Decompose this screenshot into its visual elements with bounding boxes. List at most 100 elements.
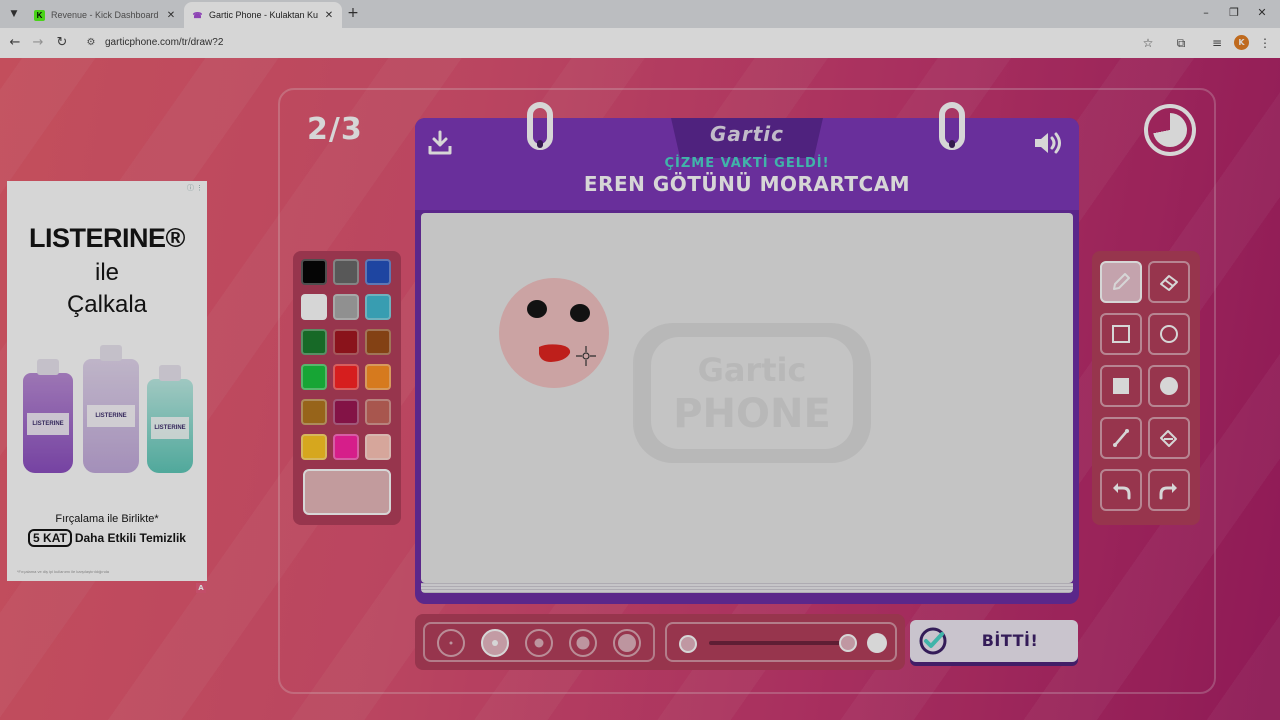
undo-icon bbox=[1113, 483, 1131, 500]
check-icon bbox=[918, 626, 948, 656]
kick-favicon-icon: K bbox=[34, 9, 45, 21]
color-swatch[interactable] bbox=[333, 364, 359, 390]
svg-text:PHONE: PHONE bbox=[673, 391, 831, 437]
bottle-image: LISTERINE bbox=[147, 365, 193, 473]
color-swatch[interactable] bbox=[301, 259, 327, 285]
arrow-left-icon[interactable]: ← bbox=[5, 33, 25, 53]
rectangle-filled-tool[interactable] bbox=[1100, 365, 1142, 407]
drawing-canvas[interactable]: Gartic PHONE bbox=[421, 213, 1073, 583]
ellipse-filled-tool[interactable] bbox=[1148, 365, 1190, 407]
rectangle-outline-tool[interactable] bbox=[1100, 313, 1142, 355]
watermark-logo: Gartic PHONE bbox=[633, 323, 871, 463]
color-swatch[interactable] bbox=[333, 259, 359, 285]
ad-kat-badge: 5 KAT bbox=[28, 529, 72, 547]
reload-icon[interactable]: ↻ bbox=[52, 33, 72, 53]
prompt-word: EREN GÖTÜNÜ MORARTCAM bbox=[583, 172, 911, 196]
chevron-down-icon[interactable]: ▼ bbox=[6, 6, 22, 22]
bottle-image: LISTERINE bbox=[23, 359, 73, 473]
brush-size-2[interactable] bbox=[481, 629, 509, 657]
color-swatch[interactable] bbox=[365, 434, 391, 460]
opacity-track[interactable] bbox=[709, 641, 849, 645]
current-color-swatch[interactable] bbox=[303, 469, 391, 515]
notebook-pages bbox=[421, 583, 1073, 593]
face-drawing bbox=[499, 278, 609, 388]
tab-title: Gartic Phone - Kulaktan Kulağa bbox=[209, 10, 318, 20]
binder-ring-icon bbox=[939, 102, 965, 150]
plus-icon[interactable]: + bbox=[346, 5, 360, 21]
advertisement[interactable]: ⓘ ⋮ LISTERINE® ile Çalkala LISTERINE LIS… bbox=[7, 181, 207, 581]
game-page: 2/3 ⓘ ⋮ LISTERINE® ile Çalkala LISTERINE… bbox=[0, 58, 1280, 720]
puzzle-icon[interactable]: ⧉ bbox=[1172, 34, 1190, 52]
ad-brand: LISTERINE® bbox=[29, 223, 185, 253]
kebab-icon[interactable]: ⋮ bbox=[1256, 34, 1274, 52]
timer-icon bbox=[1144, 104, 1196, 156]
close-icon[interactable]: ✕ bbox=[166, 10, 176, 21]
media-icon[interactable]: ≡ bbox=[1208, 34, 1226, 52]
minimize-icon[interactable]: – bbox=[1196, 4, 1216, 22]
redo-tool[interactable] bbox=[1148, 469, 1190, 511]
color-swatch[interactable] bbox=[333, 294, 359, 320]
pencil-icon bbox=[1113, 273, 1130, 290]
ad-tagline-text: Daha Etkili Temizlik bbox=[74, 531, 186, 545]
color-swatch[interactable] bbox=[333, 434, 359, 460]
color-swatch[interactable] bbox=[301, 399, 327, 425]
timer-progress bbox=[1153, 113, 1187, 147]
bottle-image: LISTERINE bbox=[83, 345, 139, 473]
opacity-handle[interactable] bbox=[839, 634, 857, 652]
avatar[interactable]: K bbox=[1234, 35, 1249, 50]
arrow-right-icon[interactable]: → bbox=[28, 33, 48, 53]
svg-text:Gartic: Gartic bbox=[698, 351, 807, 389]
ellipse-outline-tool[interactable] bbox=[1148, 313, 1190, 355]
brush-size-3[interactable] bbox=[525, 629, 553, 657]
star-icon[interactable]: ☆ bbox=[1139, 34, 1157, 52]
fill-tool[interactable] bbox=[1148, 417, 1190, 459]
color-swatch[interactable] bbox=[365, 329, 391, 355]
ad-line: Çalkala bbox=[66, 291, 148, 318]
color-swatch[interactable] bbox=[301, 329, 327, 355]
color-swatch[interactable] bbox=[365, 399, 391, 425]
opacity-slider[interactable] bbox=[665, 622, 897, 662]
close-icon[interactable]: ✕ bbox=[324, 10, 334, 21]
restore-icon[interactable]: ❐ bbox=[1224, 4, 1244, 22]
brush-size-1[interactable] bbox=[437, 629, 465, 657]
round-counter: 2/3 bbox=[307, 112, 363, 147]
tab-gartic-phone[interactable]: ☎ Gartic Phone - Kulaktan Kulağa ✕ bbox=[184, 2, 342, 28]
square-outline-icon bbox=[1112, 325, 1130, 343]
binder-ring-icon bbox=[527, 102, 553, 150]
color-swatch[interactable] bbox=[333, 399, 359, 425]
prompt-label: ÇİZME VAKTİ GELDİ! bbox=[664, 156, 830, 171]
window-close-icon[interactable]: ✕ bbox=[1252, 4, 1272, 22]
color-swatch[interactable] bbox=[333, 329, 359, 355]
circle-filled-icon bbox=[1160, 377, 1178, 395]
done-label: BİTTİ! bbox=[981, 631, 1039, 650]
square-filled-icon bbox=[1113, 378, 1129, 394]
color-swatch[interactable] bbox=[301, 294, 327, 320]
line-tool[interactable] bbox=[1100, 417, 1142, 459]
gartic-logo: Gartic bbox=[709, 122, 785, 146]
bottle-label: LISTERINE bbox=[151, 416, 189, 439]
speaker-icon[interactable] bbox=[1031, 126, 1065, 160]
tune-icon[interactable]: ⚙ bbox=[84, 36, 98, 50]
color-swatch[interactable] bbox=[365, 259, 391, 285]
brush-settings bbox=[415, 614, 905, 670]
address-bar: ← → ↻ ⚙ garticphone.com/tr/draw?2 ☆ ⧉ ≡ … bbox=[0, 28, 1280, 58]
download-icon[interactable] bbox=[425, 128, 455, 158]
tab-kick-dashboard[interactable]: K Revenue - Kick Dashboard ✕ bbox=[26, 2, 184, 28]
ad-info-icon[interactable]: ⓘ ⋮ bbox=[187, 183, 203, 193]
opacity-min-icon bbox=[679, 635, 697, 653]
brush-size-5[interactable] bbox=[613, 629, 641, 657]
ad-line: ile bbox=[94, 259, 119, 286]
eraser-tool[interactable] bbox=[1148, 261, 1190, 303]
color-swatch[interactable] bbox=[301, 434, 327, 460]
ad-tagline: 5 KAT Daha Etkili Temizlik bbox=[7, 529, 207, 547]
pencil-tool[interactable] bbox=[1100, 261, 1142, 303]
adchoices-icon[interactable]: A bbox=[196, 583, 206, 593]
color-swatch[interactable] bbox=[365, 364, 391, 390]
bottle-label: LISTERINE bbox=[27, 413, 69, 435]
brush-size-4[interactable] bbox=[569, 629, 597, 657]
color-swatch[interactable] bbox=[301, 364, 327, 390]
done-button[interactable]: BİTTİ! bbox=[910, 620, 1078, 662]
undo-tool[interactable] bbox=[1100, 469, 1142, 511]
url-field[interactable]: garticphone.com/tr/draw?2 bbox=[105, 36, 223, 50]
color-swatch[interactable] bbox=[365, 294, 391, 320]
